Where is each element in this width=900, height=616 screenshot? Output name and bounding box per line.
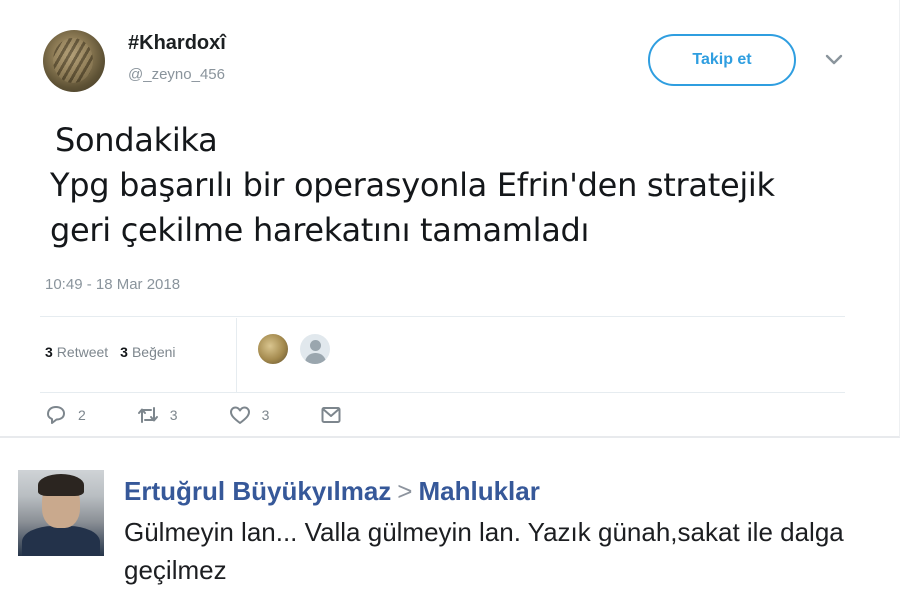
message-button[interactable] (319, 404, 343, 426)
retweet-stat-label: Retweet (56, 344, 109, 360)
tweet-text-line: geri çekilme harekatını tamamladı (50, 211, 590, 249)
like-count: 3 (261, 407, 270, 423)
retweet-stat-count: 3 (45, 344, 53, 360)
like-button[interactable]: 3 (228, 404, 270, 426)
tweet-stats: 3 Retweet 3 Beğeni (45, 344, 176, 360)
retweet-icon (137, 407, 158, 423)
retweet-button[interactable]: 3 (136, 404, 178, 426)
tweet-timestamp[interactable]: 10:49 - 18 Mar 2018 (45, 276, 180, 293)
tweet-handle[interactable]: @_zeyno_456 (128, 66, 225, 83)
retweet-stat[interactable]: 3 Retweet (45, 344, 108, 360)
comment-text: Gülmeyin lan... Valla gülmeyin lan. Yazı… (124, 517, 844, 585)
tweet-author-avatar[interactable] (43, 30, 105, 92)
tweet-actions: 2 3 3 (44, 404, 393, 426)
liker-avatar[interactable] (256, 332, 290, 366)
breadcrumb-separator: > (397, 476, 413, 506)
like-icon (229, 406, 250, 424)
comment-header: Ertuğrul Büyükyılmaz > Mahluklar (124, 476, 540, 507)
like-stat-label: Beğeni (131, 344, 176, 360)
divider (236, 318, 237, 392)
follow-button[interactable]: Takip et (648, 34, 796, 86)
tweet-card: #Khardoxî @_zeyno_456 Takip et Sondakika… (0, 0, 900, 438)
like-stat[interactable]: 3 Beğeni (120, 344, 175, 360)
tweet-text: Sondakika Ypg başarılı bir operasyonla E… (50, 118, 850, 253)
reply-count: 2 (78, 407, 86, 423)
tweet-text-line: Sondakika (55, 121, 218, 159)
divider (40, 392, 845, 393)
comment-author-link[interactable]: Ertuğrul Büyükyılmaz (124, 476, 391, 506)
like-stat-count: 3 (120, 344, 128, 360)
commenter-avatar[interactable] (18, 470, 104, 556)
comment-group-link[interactable]: Mahluklar (418, 476, 539, 506)
reply-icon (47, 406, 65, 424)
liker-avatar-default[interactable] (298, 332, 332, 366)
chevron-down-icon[interactable] (822, 50, 846, 70)
divider (40, 316, 845, 317)
tweet-text-line: Ypg başarılı bir operasyonla Efrin'den s… (50, 166, 775, 204)
tweet-display-name[interactable]: #Khardoxî (128, 32, 226, 55)
reply-button[interactable]: 2 (44, 404, 86, 426)
message-icon (321, 407, 341, 423)
comment-card: Ertuğrul Büyükyılmaz > Mahluklar Gülmeyin … (0, 440, 900, 616)
retweet-count: 3 (169, 407, 178, 423)
